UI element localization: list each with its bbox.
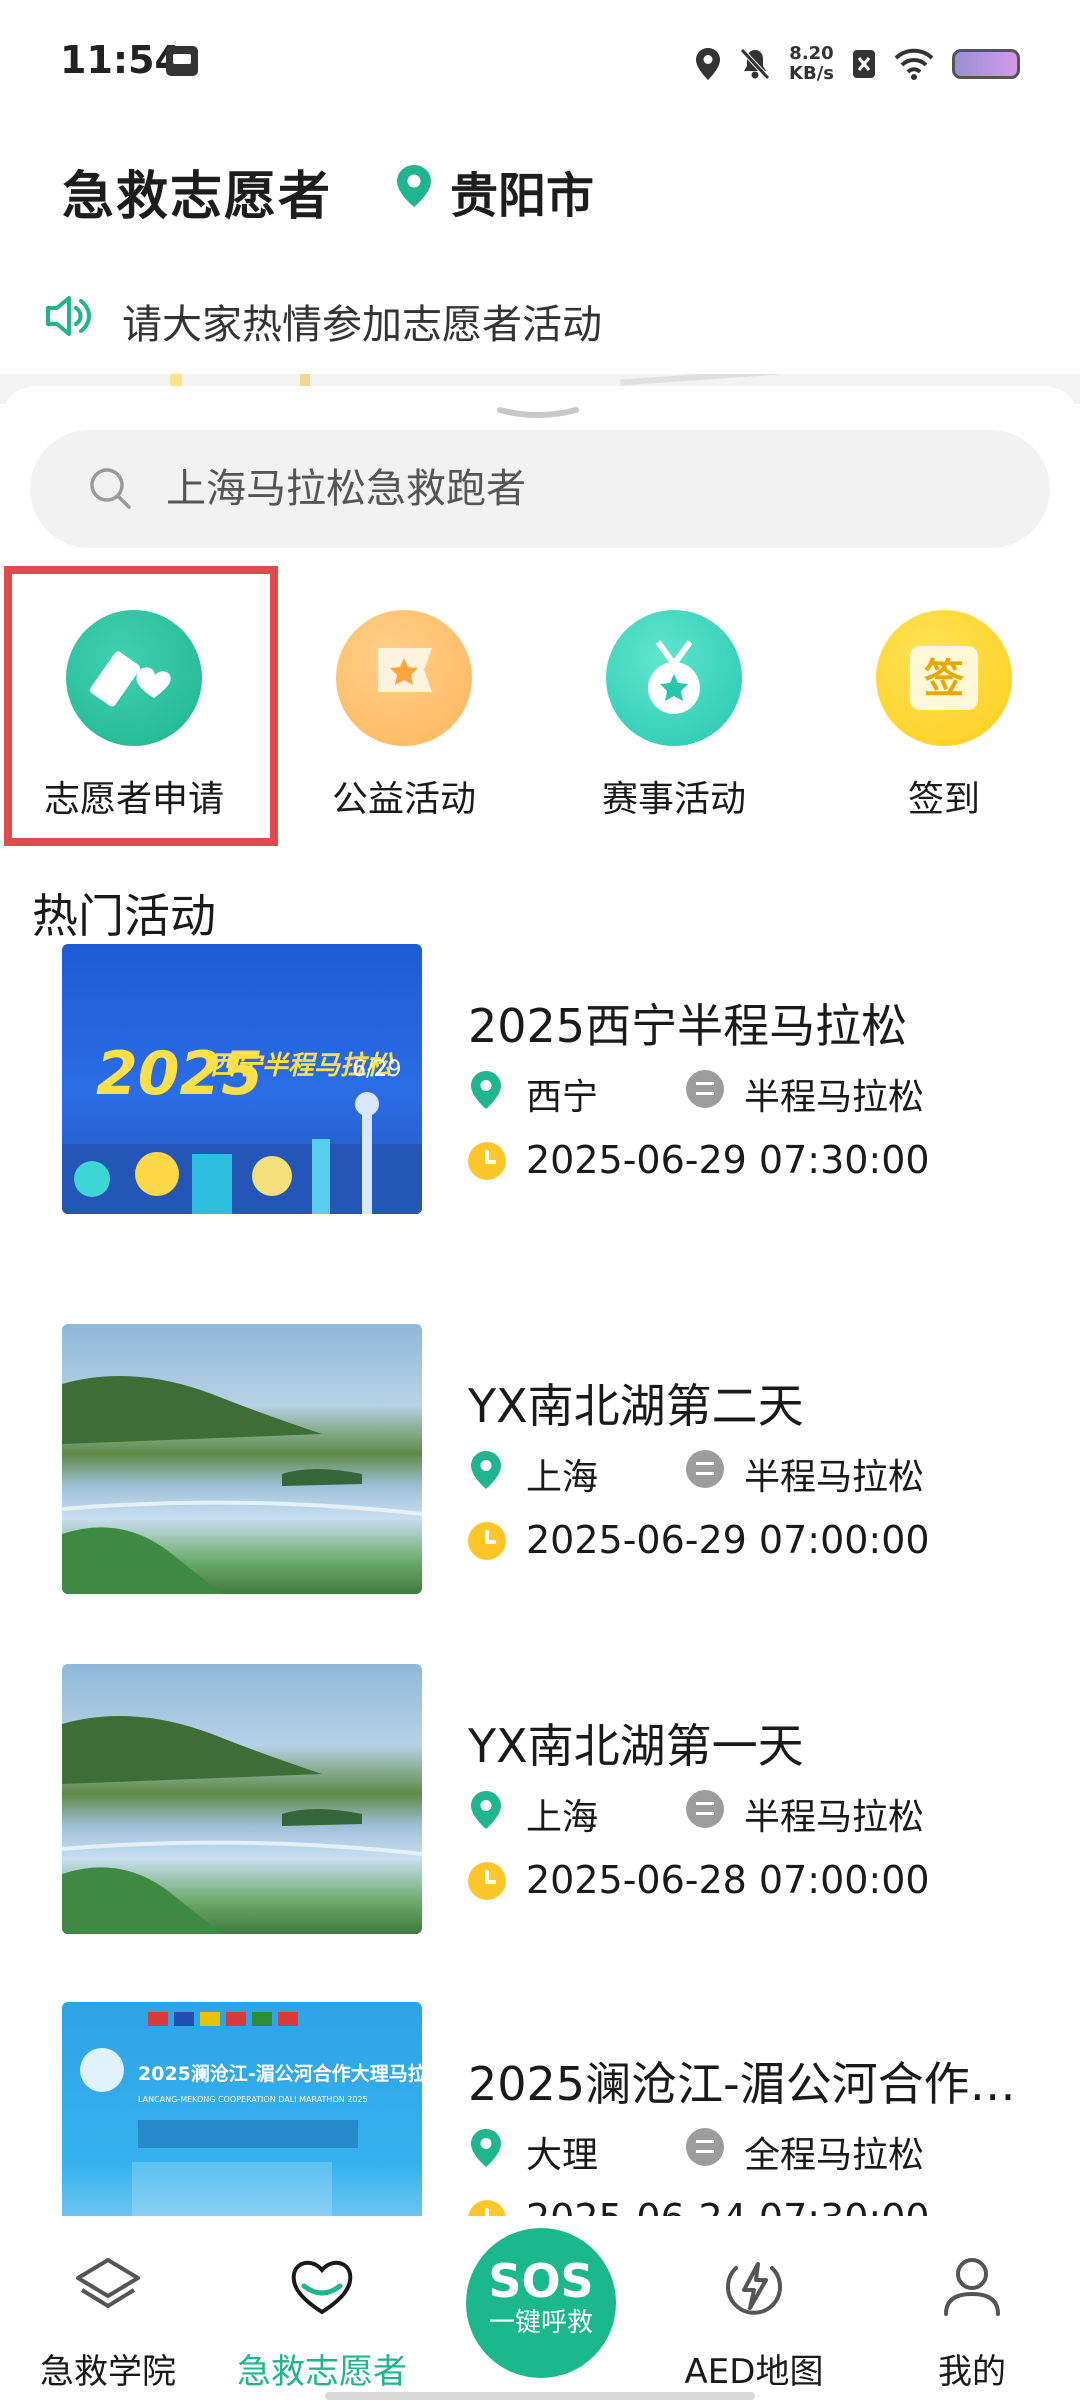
location-pin-icon: [471, 1451, 501, 1489]
activity-city: 西宁: [526, 1077, 599, 1118]
category-charity[interactable]: 公益活动: [294, 610, 514, 820]
network-speed: 8.20 KB/s: [789, 44, 834, 84]
location-pin-icon[interactable]: [394, 164, 434, 208]
activity-type: 全程马拉松: [744, 2135, 925, 2176]
nav-mine[interactable]: 我的: [872, 2246, 1072, 2396]
network-speed-unit: KB/s: [789, 63, 834, 84]
nav-label: AED地图: [684, 2352, 824, 2392]
status-bar: 11:54 8.20 KB/s: [0, 0, 1080, 128]
nav-volunteer[interactable]: 急救志愿者: [222, 2246, 422, 2396]
activity-time-row: 2025-06-29 07:30:00: [468, 1134, 1068, 1184]
highlight-box: [4, 566, 278, 846]
activity-time: 2025-06-28 07:00:00: [526, 1858, 930, 1902]
activity-meta: 上海 半程马拉松: [468, 1444, 1068, 1498]
battery-icon: [952, 49, 1020, 79]
clock-icon: [468, 1142, 506, 1180]
category-list-icon: [686, 2128, 724, 2166]
activity-time: 2025-06-29 07:30:00: [526, 1138, 930, 1182]
activity-card[interactable]: 2025 西宁半程马拉松 6/29 2025西宁半程马拉松 西宁 半程马拉松 2…: [62, 944, 1062, 1214]
speaker-icon: [46, 296, 92, 336]
mute-status-icon: [740, 48, 770, 80]
clock-icon: [468, 1862, 506, 1900]
activity-card[interactable]: YX南北湖第二天 上海 半程马拉松 2025-06-29 07:00:00: [62, 1324, 1062, 1594]
medal-icon: [606, 610, 742, 746]
section-title: 热门活动: [32, 889, 216, 943]
activity-city: 上海: [526, 1797, 599, 1838]
search-icon: [90, 468, 131, 509]
aed-bolt-icon: [726, 2262, 782, 2315]
category-label: 公益活动: [331, 779, 476, 820]
nav-label: 急救学院: [40, 2352, 176, 2392]
activity-time-row: 2025-06-29 07:00:00: [468, 1514, 1068, 1564]
activity-meta: 西宁 半程马拉松: [468, 1064, 1068, 1118]
sos-sublabel: 一键呼救: [488, 2308, 593, 2338]
heart-icon: [291, 2260, 353, 2315]
nav-label: 急救志愿者: [237, 2352, 407, 2392]
activity-type: 半程马拉松: [744, 1797, 925, 1838]
sim-blocked-icon: [853, 50, 875, 78]
activity-title: YX南北湖第一天: [468, 1719, 804, 1773]
location-pin-icon: [471, 1071, 501, 1109]
activity-time: 2025-06-29 07:00:00: [526, 1518, 930, 1562]
nav-aed-map[interactable]: AED地图: [654, 2246, 854, 2396]
clock-icon: [468, 1522, 506, 1560]
sign-in-icon: 签: [876, 610, 1012, 746]
activity-type: 半程马拉松: [744, 1457, 925, 1498]
sos-label: SOS: [488, 2254, 594, 2308]
category-list-icon: [686, 1450, 724, 1488]
network-speed-value: 8.20: [789, 43, 834, 64]
sos-button[interactable]: SOS 一键呼救: [466, 2228, 616, 2378]
activity-title: 2025澜沧江-湄公河合作…: [468, 2057, 1016, 2111]
thumb-dali-title: 2025澜沧江-湄公河合作大理马拉松: [138, 2062, 422, 2085]
activity-title: YX南北湖第二天: [468, 1379, 804, 1433]
svg-text:签: 签: [924, 656, 964, 702]
location-pin-icon: [471, 2129, 501, 2167]
activity-city: 上海: [526, 1457, 599, 1498]
charity-flag-icon: [336, 610, 472, 746]
activity-meta: 大理 全程马拉松: [468, 2122, 1068, 2176]
notice-bar[interactable]: 请大家热情参加志愿者活动: [0, 282, 1080, 358]
thumb-dali-subtitle: LANCANG-MEKONG COOPERATION DALI MARATHON…: [138, 2095, 368, 2104]
location-status-icon: [696, 48, 721, 80]
nav-academy[interactable]: 急救学院: [8, 2246, 208, 2396]
activity-title: 2025西宁半程马拉松: [468, 999, 908, 1053]
activity-city: 大理: [526, 2135, 599, 2176]
user-icon: [944, 2258, 1000, 2316]
notification-icon: [166, 46, 198, 76]
activity-thumbnail: [62, 1324, 422, 1594]
notice-text: 请大家热情参加志愿者活动: [122, 302, 602, 348]
map-road: [619, 374, 781, 386]
search-bar[interactable]: [30, 430, 1050, 548]
category-list-icon: [686, 1790, 724, 1828]
nav-label: 我的: [938, 2352, 1006, 2392]
activity-meta: 上海 半程马拉松: [468, 1784, 1068, 1838]
activity-thumbnail: [62, 1664, 422, 1934]
city-selector[interactable]: 贵阳市: [450, 156, 594, 226]
activity-time-row: 2025-06-28 07:00:00: [468, 1854, 1068, 1904]
activity-type: 半程马拉松: [744, 1077, 925, 1118]
category-label: 签到: [907, 779, 980, 820]
home-indicator[interactable]: [325, 2392, 755, 2400]
wifi-icon: [894, 48, 934, 80]
category-list-icon: [686, 1070, 724, 1108]
layers-icon: [76, 2258, 140, 2308]
category-label: 赛事活动: [601, 779, 746, 820]
category-race[interactable]: 赛事活动: [564, 610, 784, 820]
location-pin-icon: [471, 1791, 501, 1829]
sheet-drag-handle[interactable]: [496, 406, 580, 418]
activity-card[interactable]: YX南北湖第一天 上海 半程马拉松 2025-06-28 07:00:00: [62, 1664, 1062, 1934]
status-time: 11:54: [60, 38, 181, 82]
page-header: 急救志愿者 贵阳市: [0, 140, 1080, 240]
status-icons: 8.20 KB/s: [695, 40, 1020, 88]
thumb-date: 6/29: [352, 1057, 401, 1082]
search-input[interactable]: [166, 454, 1006, 524]
category-sign-in[interactable]: 签 签到: [834, 610, 1054, 820]
page-title: 急救志愿者: [62, 167, 333, 227]
activity-thumbnail: 2025 西宁半程马拉松 6/29: [62, 944, 422, 1214]
